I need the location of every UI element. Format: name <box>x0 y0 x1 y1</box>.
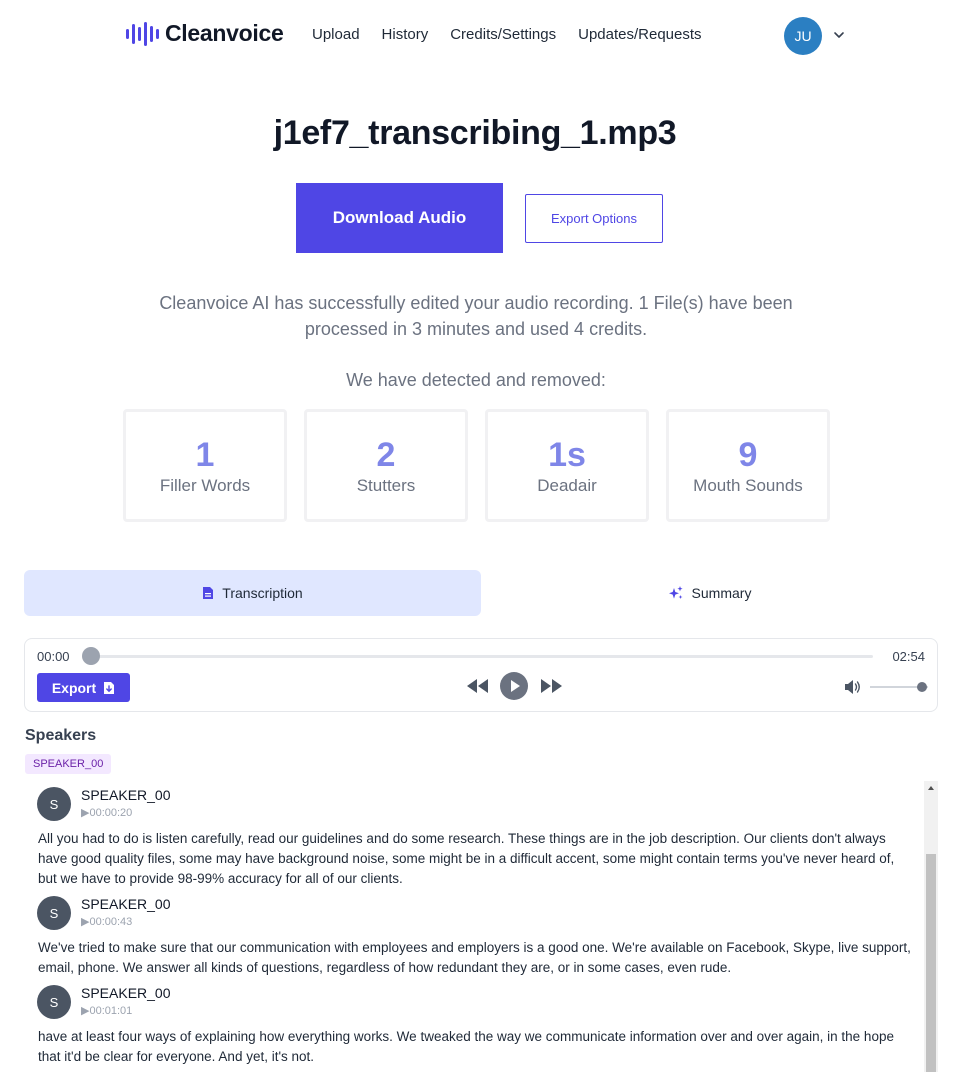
stat-label: Deadair <box>537 476 597 495</box>
waveform-icon <box>126 21 159 47</box>
chevron-down-icon[interactable] <box>832 28 846 42</box>
nav-link-history[interactable]: History <box>382 26 429 43</box>
nav-link-credits-settings[interactable]: Credits/Settings <box>450 26 556 43</box>
seek-handle[interactable] <box>82 647 100 665</box>
file-download-icon <box>104 681 115 694</box>
rewind-icon[interactable] <box>466 678 490 694</box>
stat-value: 2 <box>376 436 396 474</box>
file-title: j1ef7_transcribing_1.mp3 <box>273 114 677 152</box>
tab-summary-label: Summary <box>691 585 752 601</box>
segment-speaker: SPEAKER_00 <box>81 896 171 912</box>
speaker-avatar: S <box>37 985 71 1019</box>
nav-links: Upload History Credits/Settings Updates/… <box>312 26 702 43</box>
stat-mouth-sounds: 9 Mouth Sounds <box>666 409 830 522</box>
stat-label: Filler Words <box>159 476 251 495</box>
tab-summary[interactable]: Summary <box>481 570 938 616</box>
stat-value: 1s <box>548 436 586 474</box>
download-audio-button[interactable]: Download Audio <box>296 183 503 253</box>
transcript-list: S SPEAKER_00 ▶00:00:20 All you had to do… <box>24 781 938 1072</box>
segment-timestamp[interactable]: ▶00:00:20 <box>81 806 132 819</box>
stat-stutters: 2 Stutters <box>304 409 468 522</box>
segment-text[interactable]: have at least four ways of explaining ho… <box>38 1027 914 1067</box>
segment-timestamp[interactable]: ▶00:01:01 <box>81 1004 132 1017</box>
export-options-button[interactable]: Export Options <box>525 194 663 243</box>
export-button-label: Export <box>51 679 97 696</box>
tab-transcription[interactable]: Transcription <box>24 570 481 616</box>
stat-deadair: 1s Deadair <box>485 409 649 522</box>
user-avatar[interactable]: JU <box>784 17 822 55</box>
seek-bar[interactable] <box>91 655 873 658</box>
segment-timestamp[interactable]: ▶00:00:43 <box>81 915 132 928</box>
segment-text[interactable]: We've tried to make sure that our commun… <box>38 938 914 978</box>
brand-logo[interactable]: Cleanvoice <box>126 20 284 47</box>
segment-speaker: SPEAKER_00 <box>81 787 171 803</box>
stat-label: Stutters <box>356 476 416 495</box>
document-icon <box>203 587 214 599</box>
speaker-avatar: S <box>37 787 71 821</box>
tab-transcription-label: Transcription <box>222 585 303 601</box>
audio-player: 00:00 02:54 Export <box>24 638 938 712</box>
detected-heading: We have detected and removed: <box>346 370 606 390</box>
brand-name: Cleanvoice <box>165 20 284 46</box>
export-button[interactable]: Export <box>37 673 130 702</box>
speaker-tag[interactable]: SPEAKER_00 <box>25 754 112 774</box>
scrollbar-thumb[interactable] <box>926 854 936 1072</box>
processing-summary: Cleanvoice AI has successfully edited yo… <box>159 293 793 339</box>
sparkles-icon <box>668 586 683 599</box>
speakers-heading: Speakers <box>25 727 97 744</box>
play-icon[interactable] <box>500 672 528 700</box>
stat-filler-words: 1 Filler Words <box>123 409 287 522</box>
segment-speaker: SPEAKER_00 <box>81 985 171 1001</box>
nav-link-upload[interactable]: Upload <box>312 26 360 43</box>
volume-handle[interactable] <box>917 682 928 692</box>
fast-forward-icon[interactable] <box>539 678 563 694</box>
segment-text[interactable]: All you had to do is listen carefully, r… <box>38 829 914 889</box>
stat-value: 1 <box>195 436 215 474</box>
speaker-avatar: S <box>37 896 71 930</box>
duration: 02:54 <box>892 649 925 664</box>
top-navigation: Cleanvoice Upload History Credits/Settin… <box>0 0 960 72</box>
current-time: 00:00 <box>37 649 70 664</box>
stat-label: Mouth Sounds <box>693 476 803 495</box>
nav-link-updates-requests[interactable]: Updates/Requests <box>578 26 701 43</box>
scroll-up-arrow-icon[interactable] <box>927 784 935 792</box>
volume-icon[interactable] <box>844 679 862 695</box>
stat-value: 9 <box>738 436 758 474</box>
